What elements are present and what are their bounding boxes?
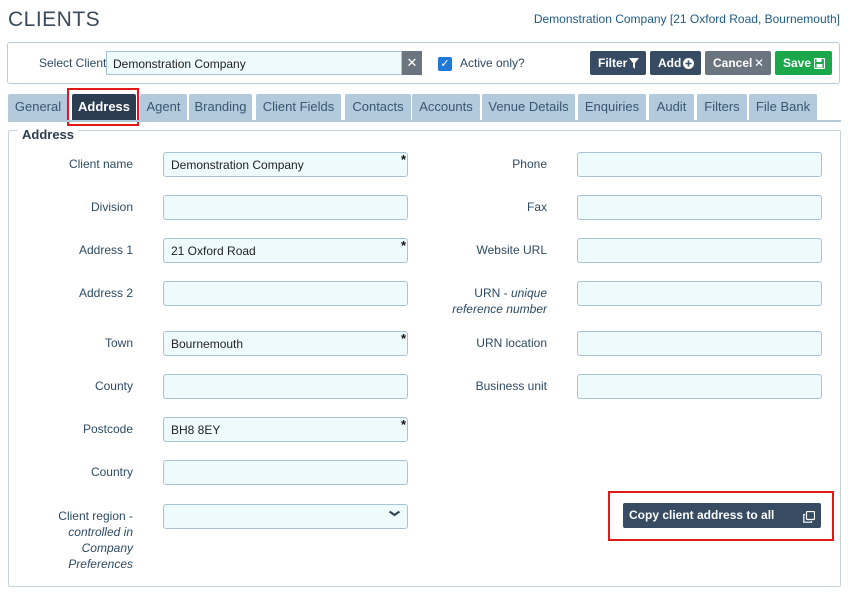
chevron-down-icon — [388, 508, 401, 520]
business-unit-field[interactable] — [577, 374, 822, 399]
website-url-label: Website URL — [476, 243, 547, 257]
required-marker: * — [400, 152, 406, 167]
postcode-field[interactable]: BH8 8EY * — [163, 417, 408, 442]
tab-audit[interactable]: Audit — [649, 94, 694, 120]
active-only-label: Active only? — [460, 56, 525, 70]
client-region-label-text: Client region - — [58, 509, 133, 523]
country-field[interactable] — [163, 460, 408, 485]
plus-circle-icon — [683, 51, 694, 75]
cancel-button-label: Cancel — [713, 56, 753, 70]
tab-file-bank[interactable]: File Bank — [749, 94, 817, 120]
save-button-label: Save — [783, 56, 812, 70]
address2-label: Address 2 — [78, 286, 133, 300]
address1-field[interactable]: 21 Oxford Road * — [163, 238, 408, 263]
filter-button[interactable]: Filter — [590, 51, 646, 75]
copy-button-highlight — [608, 491, 834, 541]
client-region-label: Client region - controlled in Company Pr… — [40, 508, 133, 572]
county-field[interactable] — [163, 374, 408, 399]
tab-filters[interactable]: Filters — [697, 94, 747, 120]
save-button[interactable]: Save — [775, 51, 832, 75]
add-button-label: Add — [658, 56, 682, 70]
required-marker: * — [400, 238, 406, 253]
postcode-value: BH8 8EY — [171, 423, 221, 437]
fax-field[interactable] — [577, 195, 822, 220]
town-field[interactable]: Bournemouth * — [163, 331, 408, 356]
town-value: Bournemouth — [171, 337, 244, 351]
fax-label: Fax — [526, 200, 547, 214]
client-toolbar: Select Client Demonstration Company ✕ ✓ … — [7, 42, 840, 84]
urn-location-label: URN location — [476, 336, 547, 350]
tab-enquiries[interactable]: Enquiries — [578, 94, 646, 120]
tab-branding[interactable]: Branding — [189, 94, 252, 120]
tab-client-fields[interactable]: Client Fields — [256, 94, 341, 120]
phone-label: Phone — [512, 157, 547, 171]
funnel-icon — [629, 51, 639, 75]
tab-contacts[interactable]: Contacts — [345, 94, 411, 120]
active-only-checkbox[interactable]: ✓ — [438, 57, 452, 71]
postcode-label: Postcode — [82, 422, 133, 436]
county-label: County — [94, 379, 133, 393]
urn-field[interactable] — [577, 281, 822, 306]
tab-venue-details[interactable]: Venue Details — [482, 94, 575, 120]
tab-general[interactable]: General — [8, 94, 68, 120]
client-name-label: Client name — [68, 157, 133, 171]
urn-location-field[interactable] — [577, 331, 822, 356]
website-url-field[interactable] — [577, 238, 822, 263]
client-name-value: Demonstration Company — [171, 158, 304, 172]
phone-field[interactable] — [577, 152, 822, 177]
close-icon: ✕ — [406, 55, 418, 70]
required-marker: * — [400, 331, 406, 346]
tab-agent[interactable]: Agent — [140, 94, 187, 120]
address-legend: Address — [18, 127, 79, 142]
division-field[interactable] — [163, 195, 408, 220]
tab-underline — [8, 120, 841, 122]
client-region-label-note: controlled in Company Preferences — [68, 525, 133, 571]
address1-label: Address 1 — [78, 243, 133, 257]
floppy-disk-icon — [813, 51, 826, 75]
page-title: CLIENTS — [8, 8, 101, 31]
client-region-select[interactable] — [163, 504, 408, 529]
close-icon: ✕ — [753, 56, 764, 70]
urn-label-text: URN - — [474, 286, 508, 300]
cancel-button[interactable]: Cancel ✕ — [705, 51, 771, 75]
select-client-label: Select Client — [39, 56, 107, 70]
client-select-input[interactable]: Demonstration Company — [106, 51, 402, 75]
add-button[interactable]: Add — [650, 51, 701, 75]
client-name-field[interactable]: Demonstration Company * — [163, 152, 408, 177]
address1-value: 21 Oxford Road — [171, 244, 256, 258]
division-label: Division — [90, 200, 133, 214]
current-client-caption: Demonstration Company [21 Oxford Road, B… — [533, 12, 840, 26]
business-unit-label: Business unit — [475, 379, 547, 393]
required-marker: * — [400, 417, 406, 432]
address2-field[interactable] — [163, 281, 408, 306]
town-label: Town — [104, 336, 133, 350]
urn-label: URN - unique reference number — [440, 285, 547, 317]
clear-client-button[interactable]: ✕ — [402, 51, 422, 75]
country-label: Country — [90, 465, 133, 479]
tab-accounts[interactable]: Accounts — [412, 94, 480, 120]
filter-button-label: Filter — [598, 56, 628, 70]
